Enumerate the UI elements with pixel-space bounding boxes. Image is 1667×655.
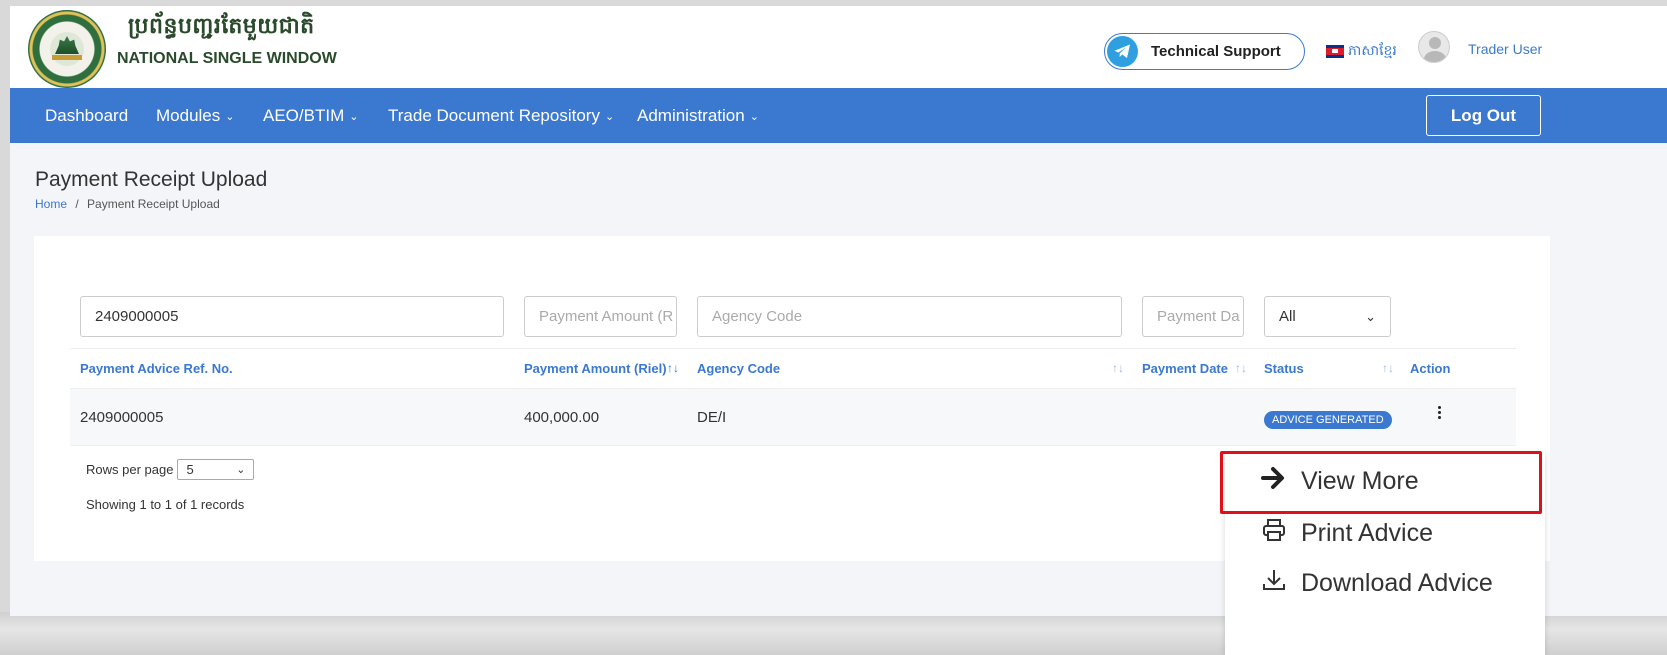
nav-dashboard[interactable]: Dashboard bbox=[45, 106, 128, 126]
logout-button[interactable]: Log Out bbox=[1426, 95, 1541, 136]
rows-per-page-select[interactable]: 5 ⌄ bbox=[177, 459, 255, 480]
col-header-payment-date[interactable]: Payment Date bbox=[1142, 361, 1228, 376]
download-icon bbox=[1261, 568, 1287, 599]
rows-per-page: Rows per page 5 ⌄ bbox=[86, 459, 255, 480]
nav-trade-document-repository-label: Trade Document Repository bbox=[388, 106, 600, 125]
page-title: Payment Receipt Upload bbox=[35, 168, 268, 191]
cell-agency-code: DE/I bbox=[697, 409, 727, 426]
breadcrumb: Home / Payment Receipt Upload bbox=[35, 197, 220, 211]
user-name-link[interactable]: Trader User bbox=[1468, 41, 1542, 57]
nav-modules-label: Modules bbox=[156, 106, 221, 125]
brand-title-english: NATIONAL SINGLE WINDOW bbox=[117, 50, 337, 67]
main-nav: Dashboard Modules ⌄ AEO/BTIM ⌄ Trade Doc… bbox=[10, 88, 1667, 143]
technical-support-button[interactable]: Technical Support bbox=[1104, 33, 1305, 70]
ref-no-filter-input[interactable]: 2409000005 bbox=[80, 296, 504, 337]
table-row: 2409000005 400,000.00 DE/I ADVICE GENERA… bbox=[70, 388, 1516, 446]
chevron-down-icon: ⌄ bbox=[349, 110, 359, 123]
menu-item-print-advice[interactable]: Print Advice bbox=[1261, 518, 1433, 549]
language-switch[interactable]: ភាសាខ្មែរ bbox=[1326, 41, 1397, 62]
chevron-down-icon: ⌄ bbox=[225, 110, 235, 123]
nav-trade-document-repository[interactable]: Trade Document Repository ⌄ bbox=[388, 106, 614, 126]
top-header: ប្រព័ន្ធបញ្ជរតែមួយជាតិ NATIONAL SINGLE W… bbox=[10, 6, 1667, 88]
view-more-highlight-box bbox=[1220, 451, 1542, 514]
telegram-icon bbox=[1107, 36, 1138, 67]
rows-per-page-label: Rows per page bbox=[86, 462, 174, 477]
printer-icon bbox=[1261, 518, 1287, 549]
download-advice-label: Download Advice bbox=[1301, 569, 1493, 597]
col-header-ref-no[interactable]: Payment Advice Ref. No. bbox=[80, 361, 233, 376]
sort-icon[interactable]: ↑↓ bbox=[1235, 361, 1247, 375]
payment-date-filter-input[interactable]: Payment Da bbox=[1142, 296, 1244, 337]
rows-per-page-value: 5 bbox=[186, 462, 194, 477]
breadcrumb-home-link[interactable]: Home bbox=[35, 197, 67, 211]
nav-aeo-btim[interactable]: AEO/BTIM ⌄ bbox=[263, 106, 358, 126]
amount-filter-input[interactable]: Payment Amount (R bbox=[524, 296, 677, 337]
breadcrumb-separator: / bbox=[75, 197, 79, 211]
print-advice-label: Print Advice bbox=[1301, 519, 1434, 547]
more-actions-icon[interactable] bbox=[1436, 406, 1442, 422]
sort-icon[interactable]: ↑↓ bbox=[1112, 361, 1124, 375]
nav-administration-label: Administration bbox=[637, 106, 745, 125]
status-filter-value: All bbox=[1279, 308, 1296, 325]
agency-code-filter-input[interactable]: Agency Code bbox=[697, 296, 1122, 337]
brand-title-khmer: ប្រព័ន្ធបញ្ជរតែមួយជាតិ bbox=[128, 14, 315, 39]
chevron-down-icon: ⌄ bbox=[749, 110, 759, 123]
nav-aeo-btim-label: AEO/BTIM bbox=[263, 106, 345, 125]
col-header-agency-code[interactable]: Agency Code bbox=[697, 361, 780, 376]
cambodia-flag-icon bbox=[1326, 45, 1344, 58]
status-badge: ADVICE GENERATED bbox=[1264, 411, 1392, 429]
technical-support-label: Technical Support bbox=[1151, 43, 1281, 60]
language-label: ភាសាខ្មែរ bbox=[1348, 43, 1397, 59]
breadcrumb-current: Payment Receipt Upload bbox=[87, 197, 220, 211]
nav-administration[interactable]: Administration ⌄ bbox=[637, 106, 759, 126]
chevron-down-icon: ⌄ bbox=[236, 464, 246, 476]
col-header-amount[interactable]: Payment Amount (Riel) bbox=[524, 361, 667, 376]
chevron-down-icon: ⌄ bbox=[604, 110, 615, 123]
sort-icon[interactable]: ↑↓ bbox=[1382, 361, 1394, 375]
user-avatar[interactable] bbox=[1418, 31, 1450, 63]
cell-amount: 400,000.00 bbox=[524, 409, 600, 426]
menu-item-download-advice[interactable]: Download Advice bbox=[1261, 568, 1493, 599]
nav-modules[interactable]: Modules ⌄ bbox=[156, 106, 234, 126]
nav-dashboard-label: Dashboard bbox=[45, 106, 129, 125]
records-summary: Showing 1 to 1 of 1 records bbox=[86, 497, 245, 512]
sort-asc-icon[interactable]: ↑↓ bbox=[667, 361, 679, 375]
col-header-status[interactable]: Status bbox=[1264, 361, 1304, 376]
nsw-logo bbox=[28, 10, 106, 88]
status-filter-select[interactable]: All ⌄ bbox=[1264, 296, 1391, 337]
table-header: Payment Advice Ref. No. Payment Amount (… bbox=[70, 348, 1516, 388]
chevron-down-icon: ⌄ bbox=[1365, 308, 1376, 324]
col-header-action: Action bbox=[1410, 361, 1451, 376]
cell-ref-no: 2409000005 bbox=[80, 409, 164, 426]
